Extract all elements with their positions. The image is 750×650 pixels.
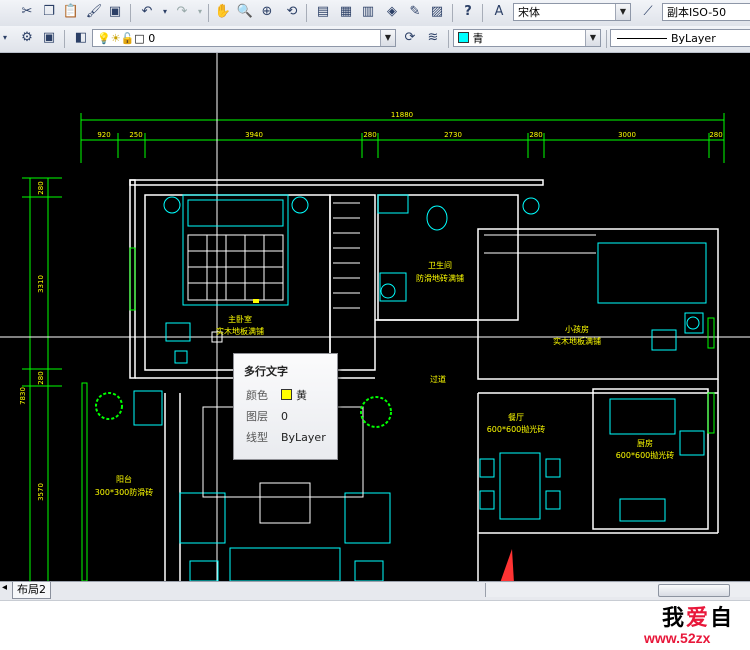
layer-walk-icon[interactable]: ≋ (424, 29, 442, 47)
wardrobe-hatch (333, 202, 596, 309)
layer-states-icon[interactable]: ▣ (40, 29, 58, 47)
layer-previous-icon[interactable]: ⟳ (401, 29, 419, 47)
svg-text:卫生间: 卫生间 (428, 260, 452, 270)
font-select[interactable]: 宋体 ▼ (513, 3, 631, 21)
tooltip-title: 多行文字 (244, 365, 288, 378)
cyan-swatch-icon (458, 32, 469, 43)
color-select[interactable]: 青 ▼ (453, 29, 601, 47)
lock-icon: 🔓 (120, 32, 135, 45)
red-marker (500, 549, 514, 581)
yellow-swatch-icon (281, 389, 292, 400)
cut-icon[interactable]: ✂ (18, 3, 36, 21)
windows (81, 247, 715, 581)
lightbulb-icon: 💡 (97, 32, 111, 45)
chevron-down-icon[interactable]: ▼ (380, 30, 395, 46)
svg-text:280: 280 (529, 131, 542, 139)
zoom-window-icon[interactable]: ⊕ (258, 3, 276, 21)
svg-text:280: 280 (363, 131, 376, 139)
svg-text:实木地板满铺: 实木地板满铺 (553, 336, 601, 346)
svg-text:主卧室: 主卧室 (228, 314, 252, 324)
sheet-set-icon[interactable]: ◈ (383, 3, 401, 21)
tooltip-row-color: 颜色黄 (246, 389, 307, 402)
svg-text:7830: 7830 (19, 387, 27, 405)
redo-dropdown-icon[interactable]: ▾ (191, 3, 209, 21)
furniture (133, 194, 707, 581)
svg-text:实木地板满铺: 实木地板满铺 (216, 326, 264, 336)
svg-text:阳台: 阳台 (116, 474, 132, 484)
svg-text:280: 280 (709, 131, 722, 139)
linetype-select[interactable]: ByLayer (610, 29, 750, 47)
layer-properties-icon[interactable]: ⚙ (18, 29, 36, 47)
dimstyle-select[interactable]: 副本ISO-50 (662, 3, 750, 21)
dim-total: 11880 (391, 111, 413, 119)
svg-text:2730: 2730 (444, 131, 462, 139)
tab-layout2[interactable]: 布局2 (12, 582, 51, 599)
markup-icon[interactable]: ✎ (406, 3, 424, 21)
layer-select[interactable]: 💡☀🔓□ 0 ▼ (92, 29, 396, 47)
block-editor-icon[interactable]: ▣ (106, 3, 124, 21)
tab-scroll-icon[interactable]: ◂ (2, 582, 7, 593)
standard-toolbar: ✂ ❐ 📋 🖌 ▣ ↶ ▾ ↷ ▾ ✋ 🔍 ⊕ ⟲ ▤ ▦ ▥ ◈ ✎ ▨ ? … (0, 0, 750, 27)
svg-text:920: 920 (97, 131, 110, 139)
svg-text:600*600抛光砖: 600*600抛光砖 (487, 424, 546, 434)
undo-dropdown-icon[interactable]: ▾ (156, 3, 174, 21)
pan-icon[interactable]: ✋ (214, 3, 232, 21)
svg-text:600*600抛光砖: 600*600抛光砖 (616, 450, 675, 460)
object-tooltip: 多行文字 颜色黄 图层 0 线型 ByLayer (233, 353, 338, 460)
dimension-lines (22, 113, 725, 581)
sun-icon: ☀ (110, 32, 121, 45)
tool-palettes-icon[interactable]: ▥ (359, 3, 377, 21)
scrollbar-thumb[interactable] (658, 584, 730, 597)
undo-icon[interactable]: ↶ (138, 3, 156, 21)
floor-plan-drawing: 11880 920 250 3940 280 2730 280 3000 280… (0, 53, 750, 581)
design-center-icon[interactable]: ▦ (337, 3, 355, 21)
horizontal-scrollbar[interactable] (485, 583, 750, 597)
match-properties-icon[interactable]: 🖌 (85, 3, 103, 21)
color-swatch-icon: □ (134, 32, 145, 45)
redo-icon[interactable]: ↷ (173, 3, 191, 21)
svg-text:小孩房: 小孩房 (565, 324, 589, 334)
svg-text:厨房: 厨房 (637, 438, 653, 448)
layers-toolbar: ▾ ⚙ ▣ ◧ 💡☀🔓□ 0 ▼ ⟳ ≋ 青 ▼ ByLayer (0, 26, 750, 53)
copy-icon[interactable]: ❐ (40, 3, 58, 21)
svg-text:300*300防滑砖: 300*300防滑砖 (95, 487, 154, 497)
linetype-sample (617, 38, 667, 39)
site-watermark: 我爱自 www.52zx (644, 606, 735, 646)
svg-text:3940: 3940 (245, 131, 263, 139)
zoom-realtime-icon[interactable]: 🔍 (236, 3, 254, 21)
svg-text:280: 280 (37, 371, 45, 384)
svg-text:3570: 3570 (37, 483, 45, 501)
properties-icon[interactable]: ▤ (314, 3, 332, 21)
text-style-icon[interactable]: A (490, 3, 508, 21)
calculator-icon[interactable]: ▨ (428, 3, 446, 21)
drawing-canvas[interactable]: 11880 920 250 3940 280 2730 280 3000 280… (0, 53, 750, 581)
svg-text:250: 250 (129, 131, 142, 139)
svg-text:280: 280 (37, 181, 45, 194)
chevron-down-icon[interactable]: ▼ (615, 4, 630, 20)
svg-text:3310: 3310 (37, 275, 45, 293)
tooltip-row-layer: 图层 0 (246, 410, 288, 423)
help-icon[interactable]: ? (459, 3, 477, 21)
dimension-text: 11880 920 250 3940 280 2730 280 3000 280… (19, 111, 723, 501)
svg-text:餐厅: 餐厅 (508, 413, 524, 422)
zoom-previous-icon[interactable]: ⟲ (283, 3, 301, 21)
dimension-style-icon[interactable]: ⟋ (639, 3, 657, 21)
chevron-down-icon[interactable]: ▼ (585, 30, 600, 46)
svg-text:防滑地砖满铺: 防滑地砖满铺 (416, 273, 464, 283)
svg-text:3000: 3000 (618, 131, 636, 139)
tooltip-row-linetype: 线型 ByLayer (246, 431, 326, 444)
paste-icon[interactable]: 📋 (62, 3, 80, 21)
make-current-layer-icon[interactable]: ◧ (72, 29, 90, 47)
dropdown-arrow-icon[interactable]: ▾ (0, 29, 14, 47)
svg-text:过道: 过道 (430, 374, 446, 384)
